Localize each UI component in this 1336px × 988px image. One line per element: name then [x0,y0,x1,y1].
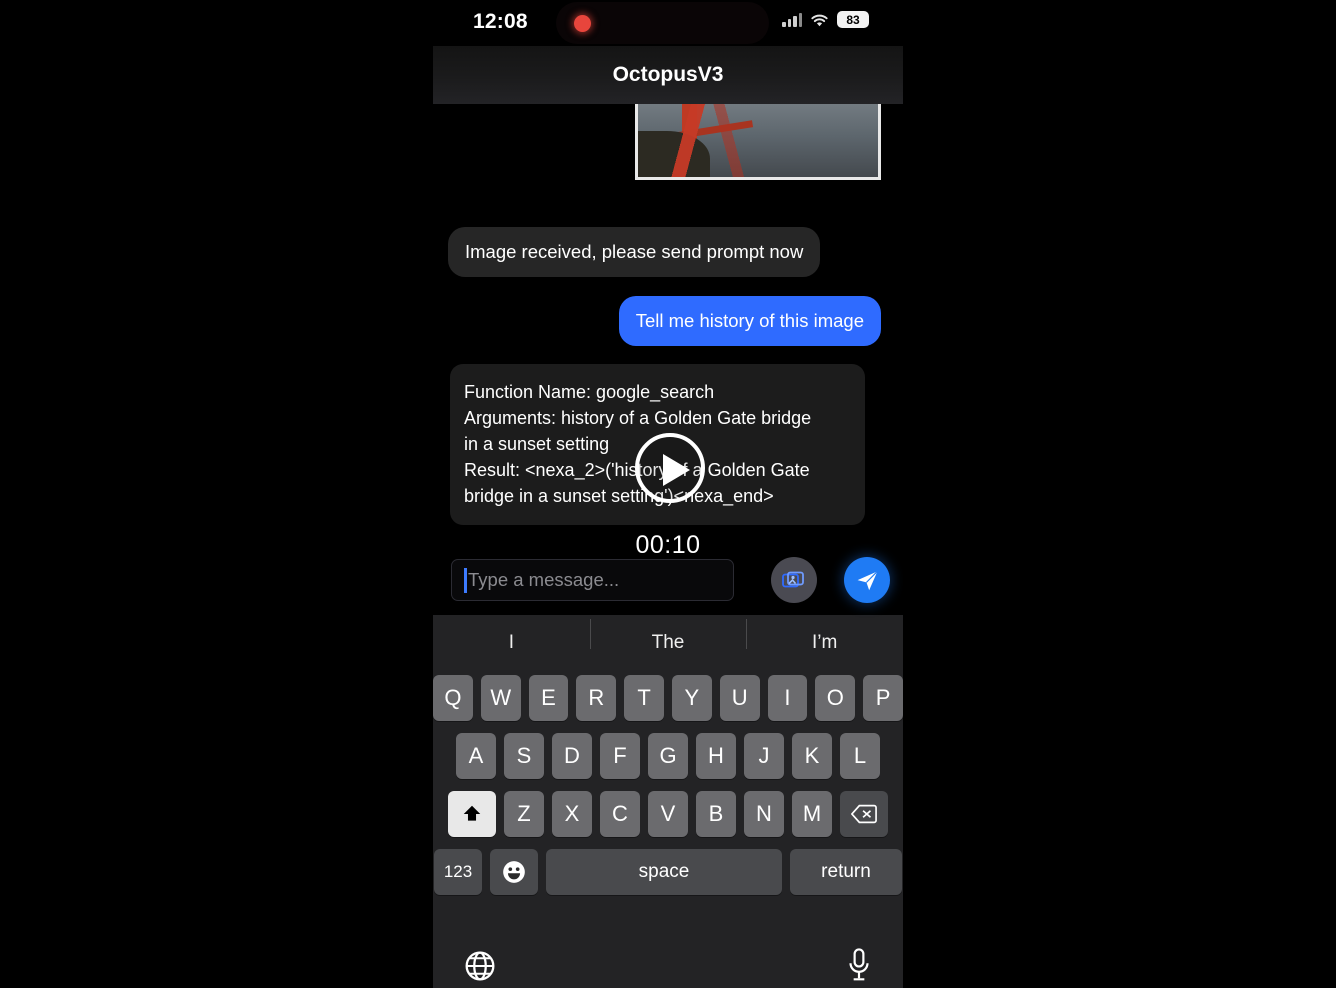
status-bar-indicators: 83 [782,11,869,28]
text-caret [464,567,467,593]
key-e[interactable]: E [528,675,569,721]
key-d[interactable]: D [552,733,592,779]
bridge-deck [638,120,754,146]
keyboard-row-1: Q W E R T Y U I O P [433,671,903,721]
dynamic-island [556,2,769,44]
key-k[interactable]: K [792,733,832,779]
prediction-1[interactable]: I [433,632,590,654]
key-u[interactable]: U [719,675,760,721]
photo-library-icon[interactable] [771,557,817,603]
message-bubble-outgoing[interactable]: Tell me history of this image [618,296,881,346]
message-input-placeholder: Type a message... [468,569,620,590]
backspace-icon[interactable] [840,791,888,837]
message-input[interactable]: Type a message... [451,559,734,601]
key-i[interactable]: I [767,675,808,721]
key-j[interactable]: J [744,733,784,779]
screen-recording-frame: 12:08 83 OctopusV3 Image received, pleas… [0,0,1336,988]
numbers-key[interactable]: 123 [434,849,482,895]
battery-icon: 83 [837,11,869,28]
page-title: OctopusV3 [612,63,724,86]
record-dot-icon [574,15,591,32]
keyboard-row-2: A S D F G H J K L [433,733,903,779]
key-s[interactable]: S [504,733,544,779]
chat-header: OctopusV3 [433,46,903,104]
status-bar: 12:08 83 [433,0,903,46]
return-key[interactable]: return [790,849,902,895]
predictive-text-bar[interactable]: I The I’m [433,615,903,671]
key-z[interactable]: Z [504,791,544,837]
prediction-3[interactable]: I’m [746,619,903,654]
bridge-hillside [638,131,710,177]
function-args-line-1: Arguments: history of a Golden Gate brid… [464,408,812,428]
play-button[interactable] [635,433,705,503]
on-screen-keyboard[interactable]: I The I’m Q W E R T Y U I O P A S D F G … [433,615,903,988]
key-w[interactable]: W [480,675,521,721]
status-bar-time: 12:08 [473,10,528,33]
key-x[interactable]: X [552,791,592,837]
globe-icon[interactable] [464,950,496,982]
key-v[interactable]: V [648,791,688,837]
key-o[interactable]: O [815,675,856,721]
key-c[interactable]: C [600,791,640,837]
video-timer: 00:10 [635,531,701,559]
space-key[interactable]: space [546,849,782,895]
key-m[interactable]: M [792,791,832,837]
key-a[interactable]: A [456,733,496,779]
cellular-signal-icon [782,12,802,27]
keyboard-row-4: 123 space return [433,849,903,895]
send-button[interactable] [844,557,890,603]
shift-icon[interactable] [448,791,496,837]
key-y[interactable]: Y [672,675,712,721]
message-bubble-incoming[interactable]: Image received, please send prompt now [448,227,821,277]
key-h[interactable]: H [696,733,736,779]
key-t[interactable]: T [624,675,664,721]
keyboard-row-3: Z X C V B N M [433,791,903,837]
key-g[interactable]: G [648,733,688,779]
golden-gate-bridge-photo [638,104,878,177]
prediction-2[interactable]: The [589,619,747,654]
wifi-icon [810,13,829,27]
send-icon [855,568,880,593]
key-q[interactable]: Q [433,675,473,721]
keyboard-bottom-bar [433,932,903,988]
key-r[interactable]: R [576,675,617,721]
key-l[interactable]: L [840,733,880,779]
image-attachment-message[interactable] [635,104,881,180]
key-b[interactable]: B [696,791,736,837]
key-f[interactable]: F [600,733,640,779]
key-n[interactable]: N [744,791,784,837]
microphone-icon[interactable] [846,948,872,982]
bridge-tower [682,104,697,177]
emoji-icon[interactable] [490,849,538,895]
key-p[interactable]: P [863,675,903,721]
function-name-line: Function Name: google_search [464,382,715,402]
